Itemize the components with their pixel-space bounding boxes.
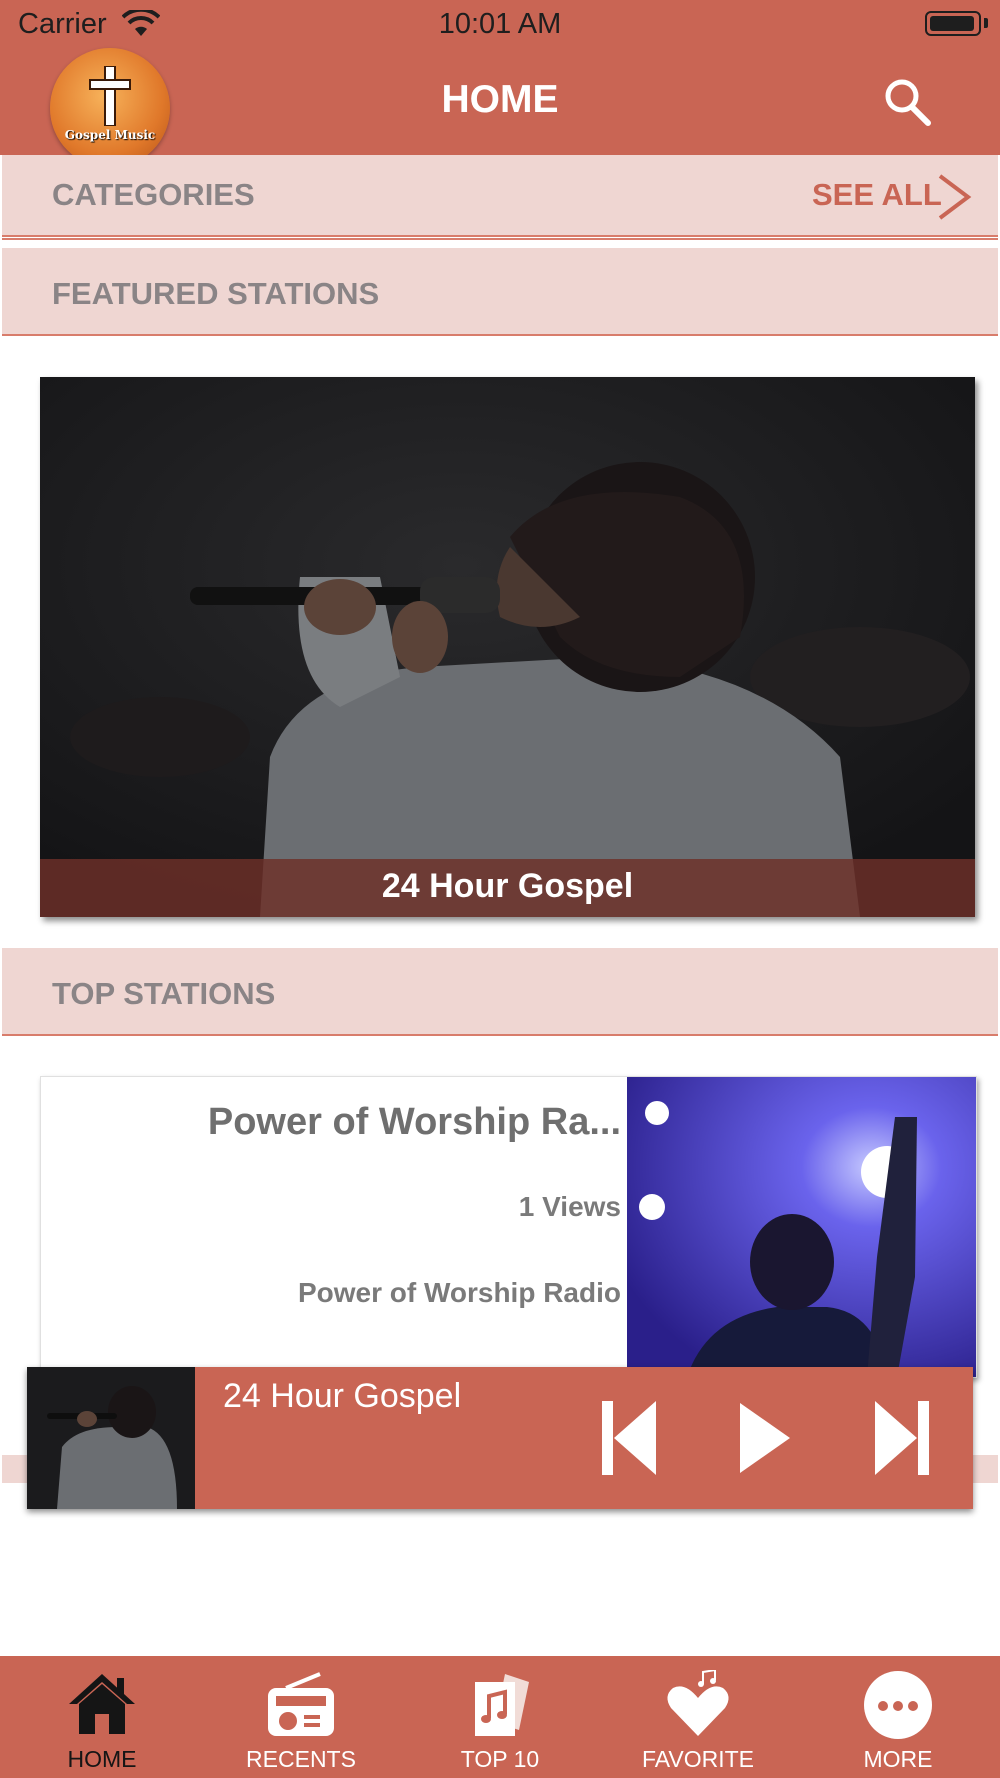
tab-top10[interactable]: TOP 10 bbox=[400, 1656, 600, 1778]
chevron-right-icon[interactable] bbox=[934, 172, 974, 222]
previous-icon[interactable] bbox=[600, 1399, 660, 1477]
station-card[interactable]: Power of Worship Ra... 1 Views Power of … bbox=[40, 1076, 977, 1378]
see-all-button[interactable]: SEE ALL bbox=[812, 177, 942, 213]
status-time: 10:01 AM bbox=[438, 8, 562, 40]
next-icon[interactable] bbox=[871, 1399, 931, 1477]
player-thumbnail bbox=[27, 1367, 195, 1509]
station-subtitle: Power of Worship Radio bbox=[297, 1277, 621, 1308]
radio-icon bbox=[268, 1672, 334, 1736]
battery-level bbox=[930, 16, 974, 31]
page-title: HOME bbox=[441, 78, 559, 121]
tab-label: HOME bbox=[67, 1746, 137, 1772]
more-icon bbox=[864, 1671, 932, 1739]
divider bbox=[2, 238, 998, 240]
tab-label: FAVORITE bbox=[641, 1746, 755, 1772]
tab-label: RECENTS bbox=[246, 1746, 356, 1772]
featured-station-name: 24 Hour Gospel bbox=[381, 867, 634, 905]
tab-home[interactable]: HOME bbox=[2, 1656, 202, 1778]
tab-recents[interactable]: RECENTS bbox=[201, 1656, 401, 1778]
featured-stations-header: FEATURED STATIONS bbox=[2, 248, 998, 336]
categories-header: CATEGORIES SEE ALL bbox=[2, 155, 998, 237]
featured-station-image bbox=[40, 377, 975, 917]
tab-more[interactable]: MORE bbox=[798, 1656, 998, 1778]
station-views: 1 Views bbox=[518, 1191, 621, 1222]
top-stations-title: TOP STATIONS bbox=[52, 976, 276, 1011]
now-playing-title: 24 Hour Gospel bbox=[223, 1377, 462, 1415]
station-image bbox=[627, 1077, 976, 1377]
home-icon bbox=[69, 1674, 135, 1734]
search-icon[interactable] bbox=[880, 76, 936, 128]
battery-icon bbox=[925, 11, 981, 36]
top-stations-header: TOP STATIONS bbox=[2, 948, 998, 1036]
tab-label: TOP 10 bbox=[460, 1746, 540, 1772]
tab-bar: HOME RECENTS TOP 10 FAVORITE MORE bbox=[0, 1656, 1000, 1778]
station-name: Power of Worship Ra... bbox=[207, 1101, 621, 1143]
featured-stations-title: FEATURED STATIONS bbox=[52, 276, 380, 311]
featured-station-card[interactable]: 24 Hour Gospel bbox=[40, 377, 975, 917]
categories-title: CATEGORIES bbox=[52, 177, 255, 212]
tab-label: MORE bbox=[863, 1746, 933, 1772]
featured-caption-bar: 24 Hour Gospel bbox=[40, 859, 975, 917]
play-icon[interactable] bbox=[734, 1399, 794, 1477]
battery-tip bbox=[984, 18, 988, 28]
heart-music-icon bbox=[667, 1670, 729, 1736]
tab-favorite[interactable]: FAVORITE bbox=[598, 1656, 798, 1778]
top10-icon bbox=[475, 1674, 529, 1736]
logo-text: Gospel Music bbox=[64, 128, 156, 142]
mini-player[interactable]: 24 Hour Gospel bbox=[27, 1367, 973, 1509]
